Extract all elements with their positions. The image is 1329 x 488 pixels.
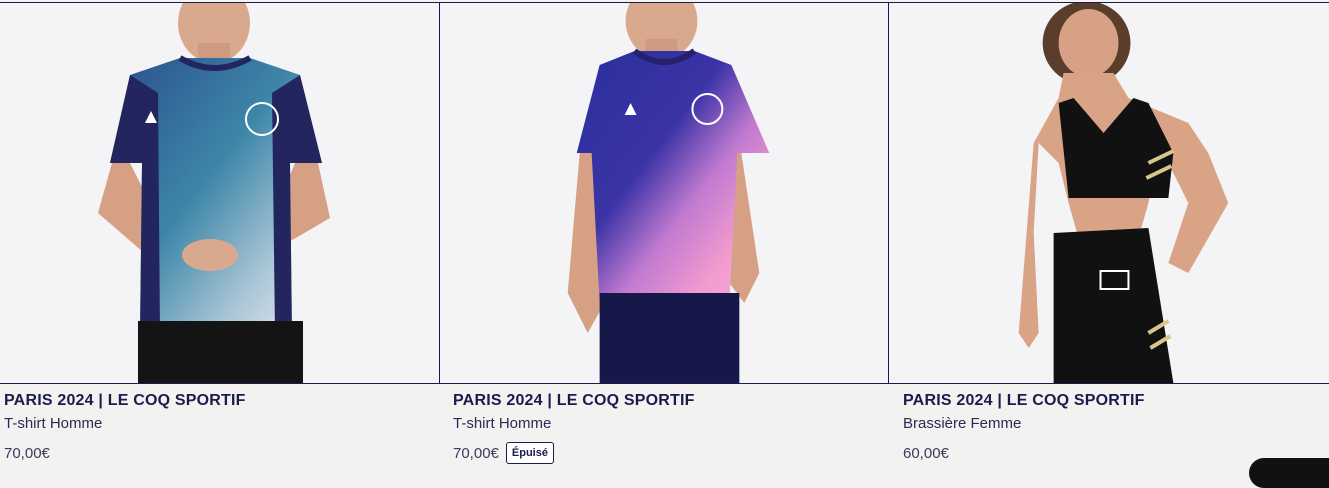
product-brand[interactable]: PARIS 2024 | LE COQ SPORTIF [453,392,695,410]
product-card[interactable]: PARIS 2024 | LE COQ SPORTIF Brassière Fe… [888,0,1329,466]
product-card[interactable]: PARIS 2024 | LE COQ SPORTIF T-shirt Homm… [0,0,439,466]
product-type[interactable]: T-shirt Homme [4,415,102,432]
product-price: 60,00€ [903,444,949,462]
product-image[interactable] [439,2,888,384]
floating-button-edge[interactable] [1249,458,1329,488]
product-card[interactable]: PARIS 2024 | LE COQ SPORTIF T-shirt Homm… [439,0,888,466]
product-price: 70,00€ [453,444,499,462]
price-row: 70,00€ Épuisé [453,441,554,465]
product-brand[interactable]: PARIS 2024 | LE COQ SPORTIF [903,392,1145,410]
product-type[interactable]: Brassière Femme [903,415,1021,432]
product-image[interactable] [888,2,1329,384]
price-row: 60,00€ [903,441,949,465]
product-price: 70,00€ [4,444,50,462]
price-row: 70,00€ [4,441,50,465]
product-grid: PARIS 2024 | LE COQ SPORTIF T-shirt Homm… [0,0,1329,466]
product-brand[interactable]: PARIS 2024 | LE COQ SPORTIF [4,392,246,410]
product-image[interactable] [0,2,439,384]
sold-out-badge: Épuisé [505,442,554,464]
product-type[interactable]: T-shirt Homme [453,415,551,432]
